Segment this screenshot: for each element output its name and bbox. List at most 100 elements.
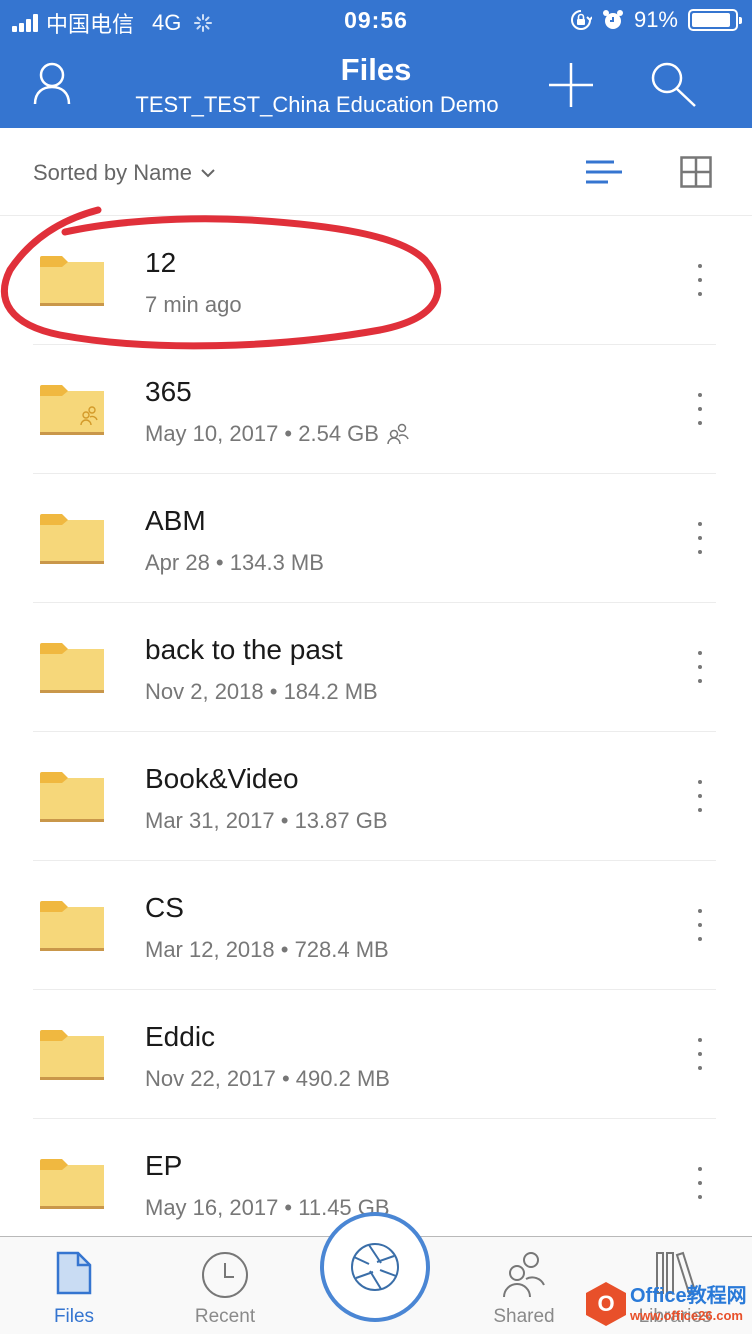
file-row[interactable]: 365 May 10, 2017 • 2.54 GB xyxy=(0,345,752,474)
more-dot xyxy=(698,937,702,941)
file-name: 365 xyxy=(145,376,192,407)
tab-files[interactable]: Files xyxy=(19,1251,129,1328)
watermark-url: www.office26.com xyxy=(630,1308,743,1323)
tab-label: Files xyxy=(53,1306,95,1327)
more-dot xyxy=(698,407,702,411)
file-name: CS xyxy=(145,892,184,923)
more-dot xyxy=(698,909,702,913)
more-dot xyxy=(698,1052,702,1056)
more-dot xyxy=(698,1195,702,1199)
page-subtitle: TEST_TEST_China Education Demo xyxy=(135,92,499,117)
watermark-title: Office教程网 xyxy=(630,1285,747,1307)
file-meta: Mar 31, 2017 • 13.87 GB xyxy=(145,808,388,834)
list-view-button[interactable] xyxy=(584,156,624,193)
folder-icon xyxy=(40,385,104,435)
more-dot xyxy=(698,393,702,397)
camera-shutter-icon xyxy=(351,1243,399,1291)
file-row[interactable]: ABM Apr 28 • 134.3 MB xyxy=(0,474,752,603)
file-name: EP xyxy=(145,1150,183,1181)
watermark: O Office教程网 www.office26.com xyxy=(586,1282,747,1326)
camera-scan-button[interactable] xyxy=(320,1212,430,1322)
more-dot xyxy=(698,679,702,683)
file-meta: Apr 28 • 134.3 MB xyxy=(145,550,324,576)
rotation-lock-icon xyxy=(570,10,592,30)
grid-view-button[interactable] xyxy=(680,156,712,193)
folder-icon xyxy=(40,901,104,951)
more-options-button[interactable] xyxy=(694,264,706,296)
more-options-button[interactable] xyxy=(694,909,706,941)
status-bar: 中国电信 4G 09:56 91% xyxy=(0,0,752,40)
folder-icon xyxy=(40,643,104,693)
more-dot xyxy=(698,651,702,655)
more-options-button[interactable] xyxy=(694,651,706,683)
more-dot xyxy=(698,1167,702,1171)
file-meta-text: May 10, 2017 • 2.54 GB xyxy=(145,421,379,446)
file-meta: Mar 12, 2018 • 728.4 MB xyxy=(145,937,389,963)
file-name: Book&Video xyxy=(145,763,299,794)
more-dot xyxy=(698,923,702,927)
folder-icon xyxy=(40,1030,104,1080)
alarm-icon xyxy=(602,10,623,29)
folder-icon xyxy=(40,514,104,564)
search-icon xyxy=(651,62,696,107)
file-meta-text: Nov 22, 2017 • 490.2 MB xyxy=(145,1066,390,1091)
top-bar: 中国电信 4G 09:56 91% Files TEST_TEST_China … xyxy=(0,0,752,128)
more-dot xyxy=(698,550,702,554)
file-name: 12 xyxy=(145,247,177,278)
more-dot xyxy=(698,536,702,540)
file-row[interactable]: Book&Video Mar 31, 2017 • 13.87 GB xyxy=(0,732,752,861)
more-options-button[interactable] xyxy=(694,780,706,812)
more-dot xyxy=(698,1066,702,1070)
more-options-button[interactable] xyxy=(694,393,706,425)
chevron-down-icon xyxy=(201,169,215,178)
sort-dropdown[interactable]: Sorted by Name xyxy=(33,160,216,186)
folder-icon xyxy=(40,256,104,306)
more-options-button[interactable] xyxy=(694,1038,706,1070)
folder-icon xyxy=(40,772,104,822)
tab-shared[interactable]: Shared xyxy=(469,1251,579,1328)
tab-recent[interactable]: Recent xyxy=(170,1251,280,1328)
file-meta-text: Mar 31, 2017 • 13.87 GB xyxy=(145,808,388,833)
grid-view-icon xyxy=(680,156,712,188)
list-view-icon xyxy=(586,160,622,184)
file-row[interactable]: CS Mar 12, 2018 • 728.4 MB xyxy=(0,861,752,990)
office-logo-icon: O xyxy=(586,1282,626,1326)
file-meta: May 10, 2017 • 2.54 GB xyxy=(145,421,409,447)
file-meta: 7 min ago xyxy=(145,292,242,318)
more-dot xyxy=(698,808,702,812)
shared-icon xyxy=(387,423,409,445)
add-icon xyxy=(549,63,593,107)
files-tab-icon xyxy=(56,1251,92,1295)
more-options-button[interactable] xyxy=(694,1167,706,1199)
file-meta: Nov 2, 2018 • 184.2 MB xyxy=(145,679,378,705)
watermark-logo-letter: O xyxy=(597,1291,615,1316)
more-dot xyxy=(698,292,702,296)
more-dot xyxy=(698,421,702,425)
more-dot xyxy=(698,1038,702,1042)
file-list: 12 7 min ago 365 May 10, 2017 • 2.54 GB … xyxy=(0,216,752,1248)
file-meta-text: 7 min ago xyxy=(145,292,242,317)
more-dot xyxy=(698,665,702,669)
more-dot xyxy=(698,1181,702,1185)
tab-label: Shared xyxy=(493,1306,555,1327)
file-row[interactable]: Eddic Nov 22, 2017 • 490.2 MB xyxy=(0,990,752,1119)
file-meta-text: Nov 2, 2018 • 184.2 MB xyxy=(145,679,378,704)
file-meta-text: Mar 12, 2018 • 728.4 MB xyxy=(145,937,389,962)
tab-label: Recent xyxy=(194,1306,256,1327)
file-row[interactable]: back to the past Nov 2, 2018 • 184.2 MB xyxy=(0,603,752,732)
sort-label: Sorted by Name xyxy=(33,160,192,185)
more-dot xyxy=(698,794,702,798)
file-name: back to the past xyxy=(145,634,343,665)
search-button[interactable] xyxy=(650,62,698,113)
file-row[interactable]: 12 7 min ago xyxy=(0,216,752,345)
more-options-button[interactable] xyxy=(694,522,706,554)
file-name: ABM xyxy=(145,505,206,536)
more-dot xyxy=(698,522,702,526)
sort-bar: Sorted by Name xyxy=(0,128,752,216)
clock-icon xyxy=(202,1252,248,1298)
page-title: Files xyxy=(340,52,412,87)
more-dot xyxy=(698,278,702,282)
battery-icon xyxy=(688,9,742,31)
add-button[interactable] xyxy=(548,62,594,113)
folder-icon xyxy=(40,1159,104,1209)
